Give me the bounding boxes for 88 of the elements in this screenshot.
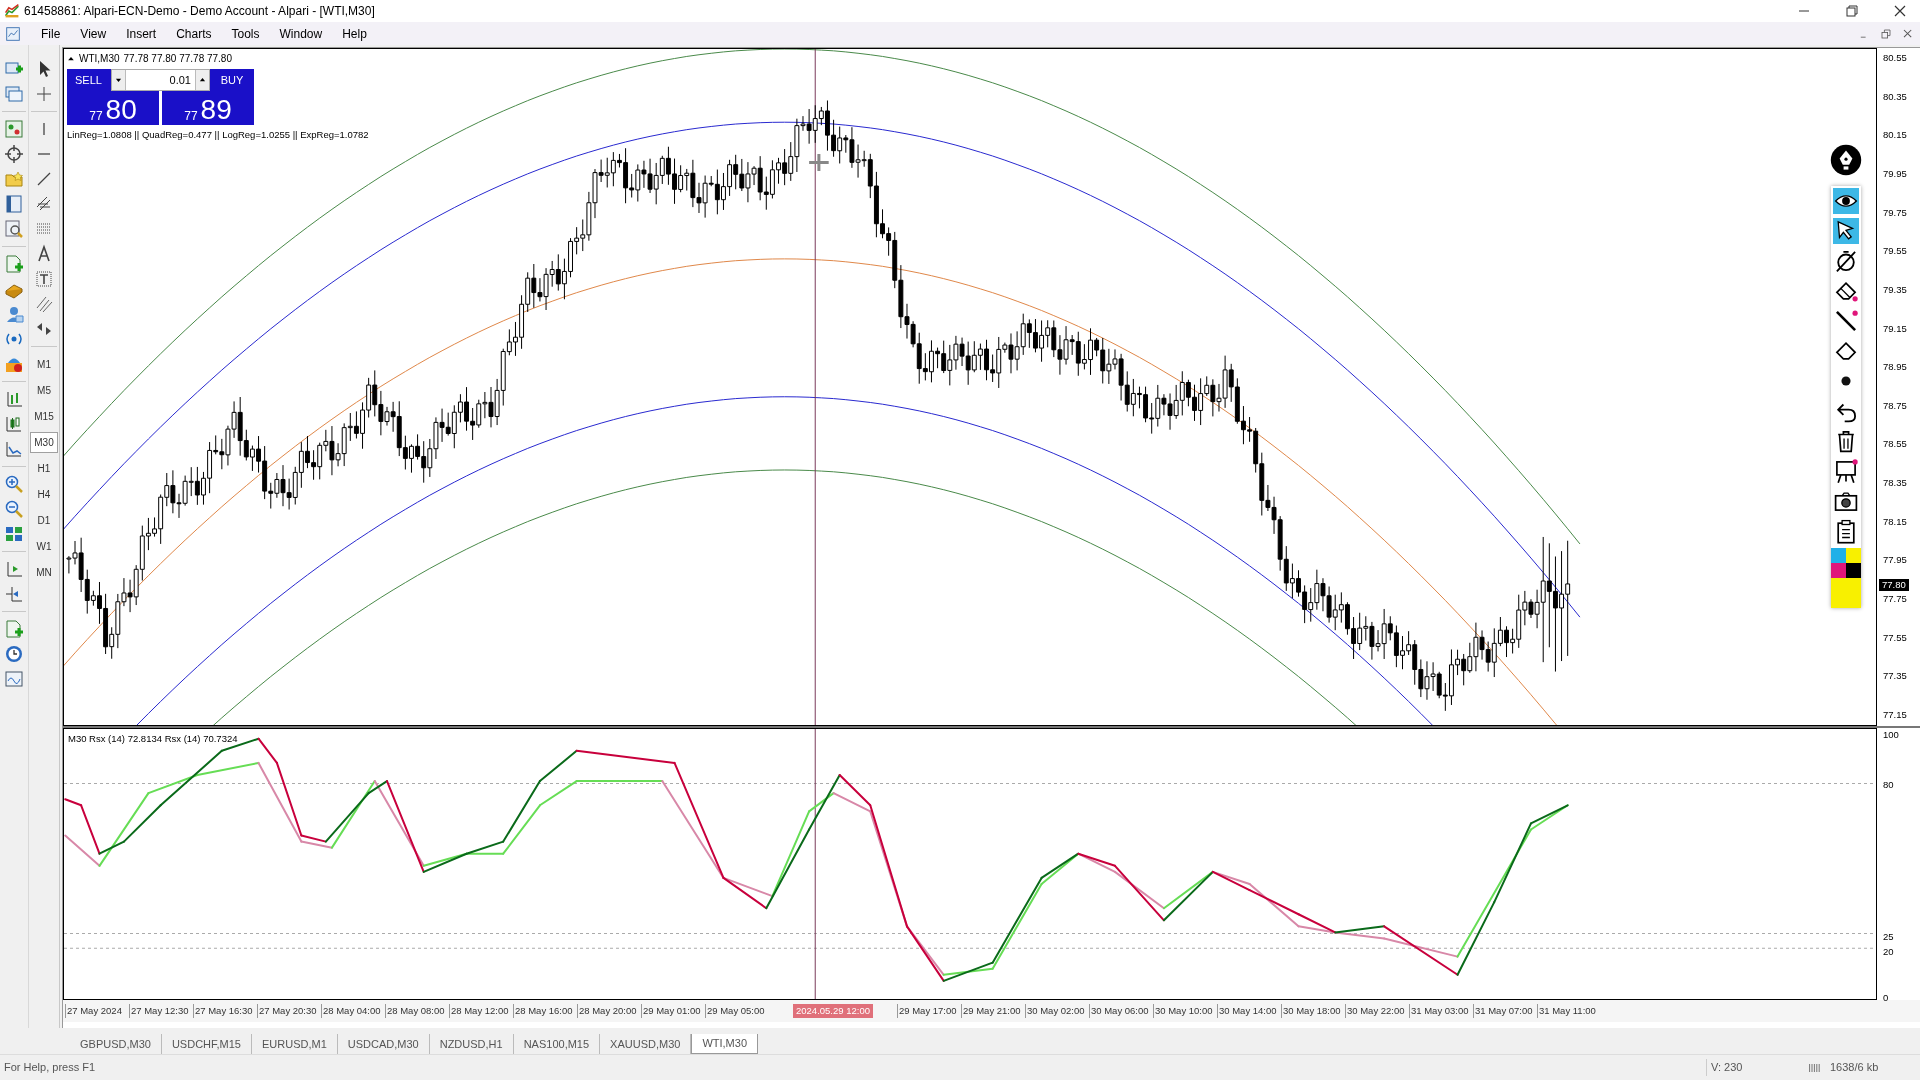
time-tick-label: 29 May 05:00 (705, 1003, 769, 1019)
window-title: 61458861: Alpari-ECN-Demo - Demo Account - Alpari - [WTI,M30] (24, 3, 376, 20)
time-tick-label: 29 May 01:00 (641, 1003, 705, 1019)
time-tick-label: 30 May 10:00 (1153, 1003, 1217, 1019)
time-tick-label: 28 May 08:00 (385, 1003, 449, 1019)
time-tick-label: 30 May 22:00 (1345, 1003, 1409, 1019)
price-tick-label: 77.55 (1883, 632, 1907, 643)
menu-item[interactable]: Tools (224, 24, 267, 43)
price-digits: 89 (200, 96, 232, 124)
crosshair-time-label: 2024.05.29 12:00 (793, 1003, 873, 1019)
price-tick-label: 78.35 (1883, 478, 1907, 488)
status-traffic: 1638/6 kb (1829, 1060, 1880, 1076)
chart-tab[interactable]: WTI,M30 (691, 1034, 758, 1054)
timeframe-button[interactable]: H4 (30, 484, 58, 505)
timeframe-button[interactable]: MN (30, 562, 58, 583)
menu-item[interactable]: View (73, 24, 114, 43)
indicator-tick-label: 25 (1883, 932, 1894, 942)
indicator-tick-label: 20 (1883, 947, 1894, 957)
time-tick-label: 27 May 12:30 (129, 1003, 193, 1019)
menu-item[interactable]: Window (272, 24, 330, 43)
time-tick-label: 27 May 16:30 (193, 1003, 257, 1019)
time-tick-label: 30 May 06:00 (1089, 1003, 1153, 1019)
time-tick-label: 31 May 11:00 (1537, 1003, 1601, 1019)
chart-tab[interactable]: EURUSD,M1 (252, 1034, 338, 1054)
time-tick-label: 28 May 20:00 (577, 1003, 641, 1019)
time-tick-label: 27 May 2024 (65, 1003, 129, 1019)
time-tick-label: 30 May 14:00 (1217, 1003, 1281, 1019)
time-tick-label: 30 May 18:00 (1281, 1003, 1345, 1019)
timeframe-button[interactable]: M1 (30, 354, 58, 375)
time-tick-label: 28 May 12:00 (449, 1003, 513, 1019)
time-tick-label: 27 May 20:30 (257, 1003, 321, 1019)
buy-button[interactable]: BUY (210, 69, 254, 91)
price-tick-label: 78.55 (1883, 439, 1907, 449)
price-digits: 80 (105, 96, 137, 124)
regression-values: LinReg=1.0808 || QuadReg=0.477 || LogReg=1.0255 || ExpReg=1.0782 (67, 128, 369, 142)
timeframe-button[interactable]: M15 (30, 406, 58, 427)
menu-item[interactable]: File (34, 24, 68, 43)
chart-tab[interactable]: USDCAD,M30 (337, 1034, 430, 1054)
price-tick-label: 79.95 (1883, 168, 1907, 179)
price-tick-label: 79.55 (1883, 246, 1907, 256)
indicator-tick-label: 80 (1883, 780, 1894, 790)
price-tick-label: 77.15 (1883, 710, 1907, 720)
price-tick-label: 78.15 (1883, 516, 1907, 527)
price-prefix: 77 (89, 110, 103, 122)
time-tick-label: 31 May 03:00 (1409, 1003, 1473, 1019)
timeframe-button[interactable]: M5 (30, 380, 58, 401)
chart-symbol: WTI,M30 (79, 52, 120, 66)
price-tick-label: 80.35 (1883, 91, 1907, 102)
indicator-values: M30 Rsx (14) 72.8134 Rsx (14) 70.7324 (68, 732, 238, 746)
timeframe-button[interactable]: M30 (30, 432, 58, 453)
time-tick-label: 29 May 17:00 (897, 1003, 961, 1019)
chart-tab[interactable]: NZDUSD,H1 (429, 1034, 514, 1054)
chart-tab[interactable]: NAS100,M15 (513, 1034, 601, 1054)
buy-price-button[interactable]: 77 89 (162, 91, 254, 125)
ohlc-values: 77.78 77.80 77.78 77.80 (123, 52, 232, 66)
price-tick-label: 80.15 (1883, 130, 1907, 140)
price-tick-label: 80.55 (1883, 53, 1907, 63)
menu-item[interactable]: Insert (119, 24, 164, 43)
time-tick-label: 30 May 02:00 (1025, 1003, 1089, 1019)
price-tick-label: 79.15 (1883, 323, 1907, 333)
status-volume: V: 230 (1706, 1059, 1796, 1076)
current-price-label: 77.80 (1879, 579, 1909, 591)
price-tick-label: 77.95 (1883, 555, 1907, 565)
indicator-tick-label: 0 (1883, 993, 1889, 1003)
price-tick-label: 77.35 (1883, 671, 1907, 681)
timeframe-button[interactable]: H1 (30, 458, 58, 479)
price-tick-label: 78.95 (1883, 362, 1907, 372)
timeframe-button[interactable]: D1 (30, 510, 58, 531)
price-tick-label: 79.35 (1883, 284, 1907, 295)
sell-button[interactable]: SELL (67, 69, 111, 91)
price-tick-label: 79.75 (1883, 207, 1907, 218)
lot-size-spinner[interactable]: 0.01 (111, 69, 210, 91)
timeframe-button[interactable]: W1 (30, 536, 58, 557)
price-prefix: 77 (184, 110, 198, 122)
sell-price-button[interactable]: 77 80 (67, 91, 159, 125)
chart-tab[interactable]: GBPUSD,M30 (70, 1034, 162, 1054)
time-tick-label: 28 May 16:00 (513, 1003, 577, 1019)
menu-item[interactable]: Help (335, 24, 374, 43)
status-help-text: For Help, press F1 (4, 1060, 97, 1076)
menu-item[interactable]: Charts (169, 24, 219, 43)
time-tick-label: 28 May 04:00 (321, 1003, 385, 1019)
time-tick-label: 29 May 21:00 (961, 1003, 1025, 1019)
price-tick-label: 78.75 (1883, 400, 1907, 411)
lot-size-value: 0.01 (168, 73, 192, 88)
chart-tab[interactable]: USDCHF,M15 (161, 1034, 252, 1054)
time-tick-label: 31 May 07:00 (1473, 1003, 1537, 1019)
indicator-tick-label: 100 (1883, 730, 1899, 740)
price-tick-label: 77.75 (1883, 594, 1907, 604)
